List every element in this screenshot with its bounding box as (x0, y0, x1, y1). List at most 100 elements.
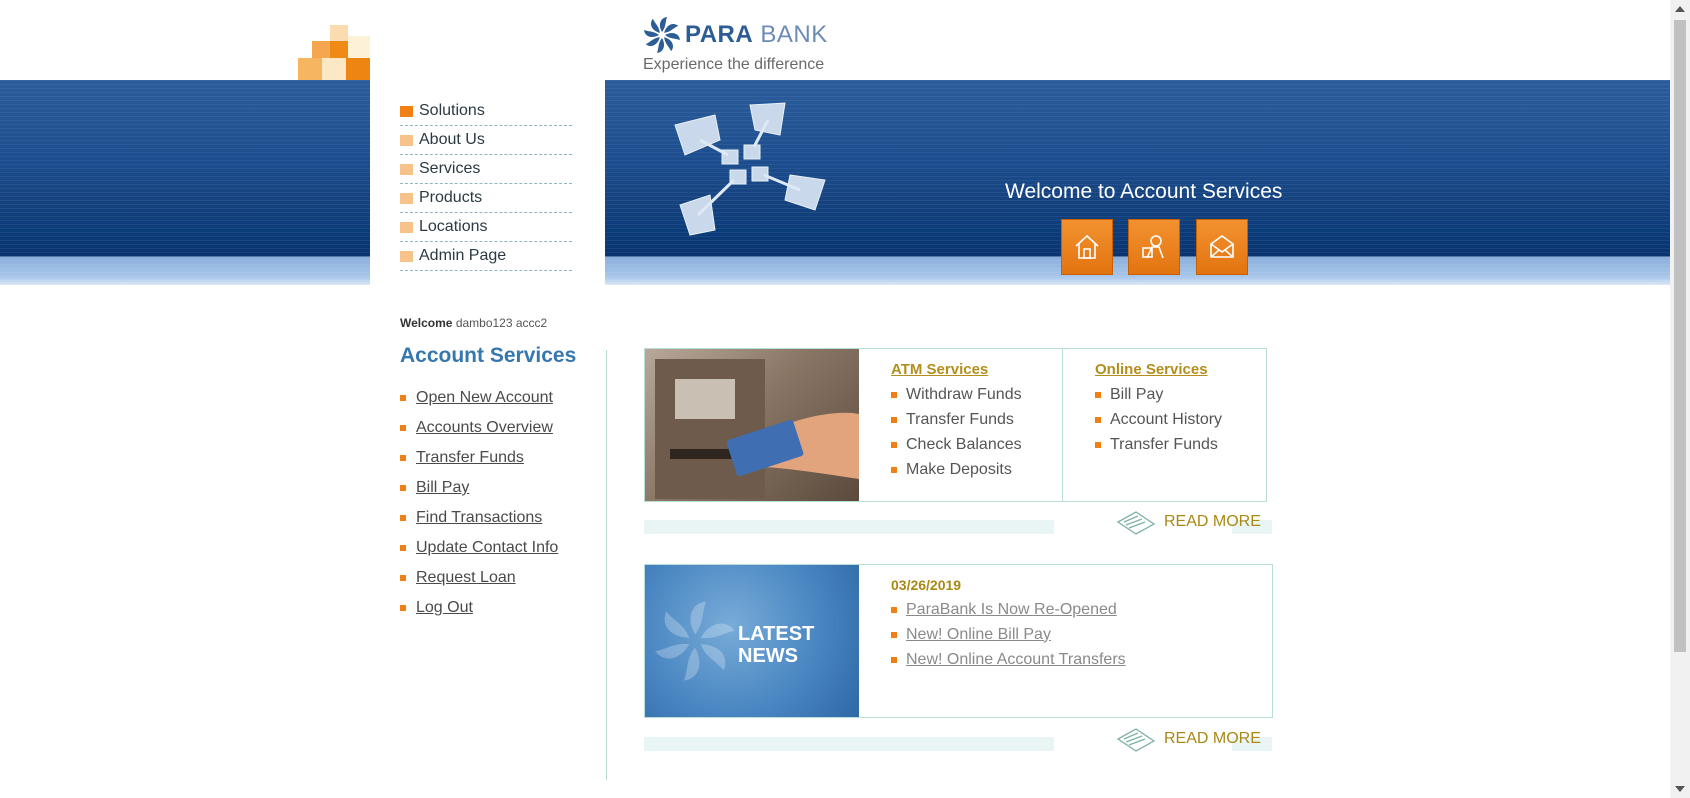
nav-item-products[interactable]: Products (400, 184, 572, 213)
bullet-icon (891, 656, 897, 663)
top-nav: Solutions About Us Services Products Loc… (400, 97, 572, 271)
bullet-icon (400, 425, 406, 431)
news-read-more-bar: READ MORE (644, 728, 1272, 753)
bullet-icon (400, 515, 406, 521)
list-item: New! Online Account Transfers (891, 647, 1126, 672)
list-item: New! Online Bill Pay (891, 622, 1126, 647)
bullet-icon (1095, 416, 1101, 423)
bullet-icon (400, 395, 406, 401)
nav-item-solutions[interactable]: Solutions (400, 97, 572, 126)
bullet-icon (891, 606, 897, 613)
nav-item-admin-page[interactable]: Admin Page (400, 242, 572, 271)
bullet-icon (891, 631, 897, 638)
latest-news-image: LATEST NEWS (645, 565, 859, 717)
bullet-icon (1095, 391, 1101, 398)
services-read-more-bar: READ MORE (644, 511, 1272, 536)
list-item: Transfer Funds (400, 443, 558, 473)
document-icon (1116, 728, 1156, 752)
services-panel: ATM Services Withdraw Funds Transfer Fun… (644, 348, 1267, 502)
latest-news-label: LATEST NEWS (738, 623, 815, 667)
list-item: Make Deposits (891, 457, 1062, 482)
scroll-up-icon[interactable] (1675, 6, 1685, 12)
accounts-overview-link[interactable]: Accounts Overview (416, 419, 553, 437)
account-services-menu: Open New Account Accounts Overview Trans… (400, 383, 558, 623)
divider-stripe (644, 737, 1054, 751)
bullet-icon (400, 455, 406, 461)
divider-stripe (644, 520, 1054, 534)
bullet-icon (400, 250, 413, 262)
transfer-funds-link[interactable]: Transfer Funds (416, 449, 524, 467)
nav-item-about-us[interactable]: About Us (400, 126, 572, 155)
list-item: Withdraw Funds (891, 382, 1062, 407)
bullet-icon (400, 605, 406, 611)
hero-network-graphic (674, 102, 826, 236)
brand-name: PARA BANK (685, 21, 828, 48)
parabank-flower-icon (644, 17, 680, 53)
bullet-icon (400, 192, 413, 204)
bullet-icon (1095, 441, 1101, 448)
header: PARA BANK Experience the difference Solu… (0, 0, 1670, 310)
scrollbar-thumb[interactable] (1674, 20, 1686, 652)
list-item: Bill Pay (1095, 382, 1266, 407)
nav-item-services[interactable]: Services (400, 155, 572, 184)
request-loan-link[interactable]: Request Loan (416, 569, 516, 587)
atm-services-column: ATM Services Withdraw Funds Transfer Fun… (859, 349, 1062, 501)
bullet-icon (891, 416, 897, 423)
log-out-link[interactable]: Log Out (416, 599, 473, 617)
welcome-message: Welcome dambo123 accc2 (400, 316, 548, 330)
open-new-account-link[interactable]: Open New Account (416, 389, 553, 407)
atm-illustration (655, 359, 859, 499)
bullet-icon (891, 466, 897, 473)
bullet-icon (400, 575, 406, 581)
welcome-title: Welcome to Account Services (1005, 180, 1283, 203)
atm-services-link[interactable]: ATM Services (891, 361, 1062, 378)
vertical-scrollbar[interactable] (1670, 0, 1690, 798)
list-item: Open New Account (400, 383, 558, 413)
update-contact-info-link[interactable]: Update Contact Info (416, 539, 558, 557)
account-services-title: Account Services (400, 344, 577, 367)
news-link-account-transfers[interactable]: New! Online Account Transfers (906, 651, 1126, 669)
find-transactions-link[interactable]: Find Transactions (416, 509, 542, 527)
list-item: Request Loan (400, 563, 558, 593)
bullet-icon (400, 163, 413, 175)
list-item: Account History (1095, 407, 1266, 432)
online-services-link[interactable]: Online Services (1095, 361, 1266, 378)
bullet-icon (400, 485, 406, 491)
news-content: 03/26/2019 ParaBank Is Now Re-Opened New… (859, 565, 1126, 717)
bullet-icon (400, 545, 406, 551)
bullet-icon (400, 221, 413, 233)
contact-icon (1142, 235, 1164, 259)
news-link-reopened[interactable]: ParaBank Is Now Re-Opened (906, 601, 1117, 619)
atm-image (645, 349, 859, 501)
news-panel: LATEST NEWS 03/26/2019 ParaBank Is Now Re… (644, 564, 1273, 718)
list-item: Check Balances (891, 432, 1062, 457)
bullet-icon (400, 134, 413, 146)
bill-pay-link[interactable]: Bill Pay (416, 479, 469, 497)
home-button[interactable] (1061, 219, 1113, 275)
document-icon (1116, 511, 1156, 535)
list-item: ParaBank Is Now Re-Opened (891, 597, 1126, 622)
services-read-more-link[interactable]: READ MORE (1114, 508, 1261, 536)
news-date: 03/26/2019 (891, 577, 962, 593)
tagline: Experience the difference (643, 56, 825, 73)
news-link-bill-pay[interactable]: New! Online Bill Pay (906, 626, 1051, 644)
brand-logo[interactable]: PARA BANK (643, 16, 828, 54)
bullet-icon (400, 105, 413, 117)
contact-button[interactable] (1128, 219, 1180, 275)
bullet-icon (891, 391, 897, 398)
list-item: Find Transactions (400, 503, 558, 533)
nav-item-locations[interactable]: Locations (400, 213, 572, 242)
home-icon (1075, 234, 1099, 259)
mail-button[interactable] (1196, 219, 1248, 275)
list-item: Update Contact Info (400, 533, 558, 563)
bullet-icon (891, 441, 897, 448)
column-divider (606, 350, 607, 780)
list-item: Transfer Funds (1095, 432, 1266, 457)
mail-icon (1210, 235, 1234, 258)
header-banner (0, 80, 1670, 285)
scroll-down-icon[interactable] (1675, 786, 1685, 792)
list-item: Bill Pay (400, 473, 558, 503)
news-read-more-link[interactable]: READ MORE (1114, 725, 1261, 753)
list-item: Log Out (400, 593, 558, 623)
list-item: Accounts Overview (400, 413, 558, 443)
